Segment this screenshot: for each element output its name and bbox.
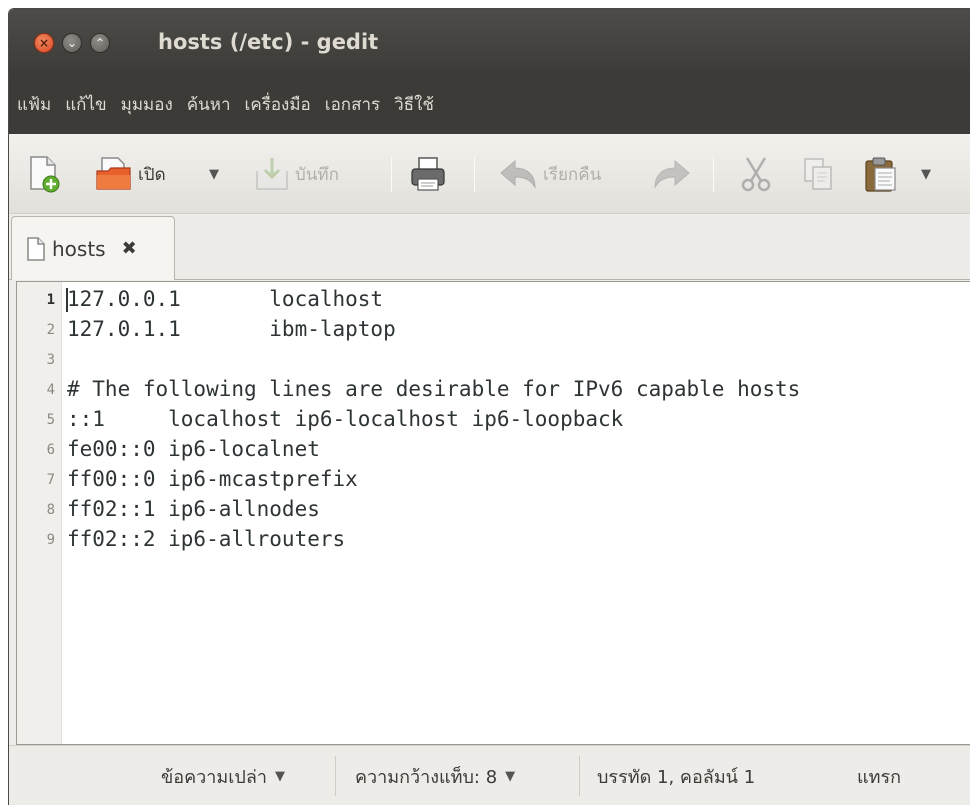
window-title: hosts (/etc) - gedit: [158, 30, 379, 54]
open-recent-dropdown[interactable]: ▼: [209, 154, 219, 194]
open-label: เปิด: [138, 164, 166, 185]
dropdown-arrow-icon: ▼: [274, 768, 285, 784]
code-line[interactable]: ::1 localhost ip6-localhost ip6-loopback: [67, 407, 623, 431]
code-line[interactable]: 127.0.1.1 ibm-laptop: [67, 317, 396, 341]
tab-hosts[interactable]: hosts ✖: [11, 216, 175, 280]
code-line[interactable]: ff02::1 ip6-allnodes: [67, 497, 320, 521]
title-bar[interactable]: × ⌄ ⌃ hosts (/etc) - gedit: [9, 9, 970, 75]
cut-button[interactable]: [737, 154, 775, 194]
minimize-window-button[interactable]: ⌄: [62, 33, 82, 53]
status-separator: [579, 756, 580, 796]
tab-width-label: ความกว้างแท็บ: 8: [355, 766, 498, 788]
line-number-gutter: 1 2 3 4 5 6 7 8 9: [17, 282, 62, 744]
code-line[interactable]: 127.0.0.1 localhost: [67, 287, 383, 311]
text-editor[interactable]: 1 2 3 4 5 6 7 8 9 127.0.0.1 localhost 12…: [16, 281, 970, 745]
tab-label: hosts: [52, 236, 106, 261]
menu-file[interactable]: แฟ้ม: [10, 90, 58, 120]
line-number: 5: [46, 412, 55, 428]
copy-icon: [804, 158, 832, 190]
line-number: 4: [46, 382, 55, 398]
dropdown-arrow-icon: ▼: [209, 166, 219, 182]
line-number: 9: [46, 532, 55, 548]
paste-button[interactable]: [861, 154, 899, 194]
open-folder-icon: [96, 157, 131, 190]
redo-icon: [654, 159, 690, 189]
undo-icon: [500, 159, 536, 189]
menu-bar: แฟ้ม แก้ไข มุมมอง ค้นหา เครื่องมือ เอกสา…: [9, 75, 970, 134]
toolbar-overflow-dropdown[interactable]: ▼: [921, 154, 931, 194]
text-document-icon: [27, 236, 45, 261]
menu-tools[interactable]: เครื่องมือ: [238, 90, 318, 120]
print-button[interactable]: [409, 154, 447, 194]
line-number: 6: [46, 442, 55, 458]
code-line[interactable]: ff02::2 ip6-allrouters: [67, 527, 345, 551]
maximize-icon: ⌃: [94, 36, 106, 50]
toolbar-separator: [474, 156, 475, 192]
new-document-button[interactable]: [27, 154, 61, 194]
save-icon: [256, 158, 288, 190]
close-tab-icon[interactable]: ✖: [122, 238, 137, 259]
open-button[interactable]: เปิด: [94, 154, 166, 194]
status-bar: ข้อความเปล่า ▼ ความกว้างแท็บ: 8 ▼ บรรทัด…: [9, 745, 970, 805]
menu-help[interactable]: วิธีใช้: [387, 90, 441, 120]
undo-button[interactable]: เรียกคืน: [497, 154, 601, 194]
clipboard-icon: [865, 157, 896, 192]
dropdown-arrow-icon: ▼: [505, 768, 516, 784]
new-document-icon: [30, 156, 60, 193]
toolbar-separator: [391, 156, 392, 192]
dropdown-arrow-icon: ▼: [921, 166, 931, 182]
tab-width-selector[interactable]: ความกว้างแท็บ: 8 ▼: [355, 758, 515, 794]
copy-button[interactable]: [799, 154, 837, 194]
menu-view[interactable]: มุมมอง: [114, 90, 180, 120]
line-number: 8: [46, 502, 55, 518]
cursor-position: บรรทัด 1, คอลัมน์ 1: [597, 766, 756, 788]
code-line[interactable]: # The following lines are desirable for …: [67, 377, 800, 401]
close-window-button[interactable]: ×: [34, 33, 54, 53]
menu-search[interactable]: ค้นหา: [180, 90, 238, 120]
language-label: ข้อความเปล่า: [161, 766, 267, 788]
language-selector[interactable]: ข้อความเปล่า ▼: [161, 758, 285, 794]
line-number: 1: [46, 292, 55, 308]
save-button[interactable]: บันทึก: [253, 154, 339, 194]
insert-mode: แทรก: [857, 766, 902, 788]
menu-edit[interactable]: แก้ไข: [58, 90, 113, 120]
line-number: 3: [46, 352, 55, 368]
undo-label: เรียกคืน: [543, 164, 602, 185]
line-number: 2: [46, 322, 55, 338]
scissors-icon: [741, 157, 771, 192]
printer-icon: [411, 157, 445, 191]
menu-documents[interactable]: เอกสาร: [318, 90, 387, 120]
maximize-window-button[interactable]: ⌃: [90, 33, 110, 53]
code-line[interactable]: fe00::0 ip6-localnet: [67, 437, 320, 461]
minimize-icon: ⌄: [66, 36, 78, 50]
save-label: บันทึก: [295, 164, 339, 185]
gedit-window: × ⌄ ⌃ hosts (/etc) - gedit แฟ้ม แก้ไข มุ…: [8, 8, 970, 805]
status-separator: [335, 756, 336, 796]
toolbar: เปิด ▼ บันทึก เรียกคืน ▼: [9, 134, 970, 214]
redo-button[interactable]: [651, 154, 693, 194]
document-tab-strip: hosts ✖: [9, 214, 970, 280]
toolbar-separator: [713, 156, 714, 192]
code-line[interactable]: ff00::0 ip6-mcastprefix: [67, 467, 358, 491]
close-icon: ×: [38, 36, 50, 50]
line-number: 7: [46, 472, 55, 488]
